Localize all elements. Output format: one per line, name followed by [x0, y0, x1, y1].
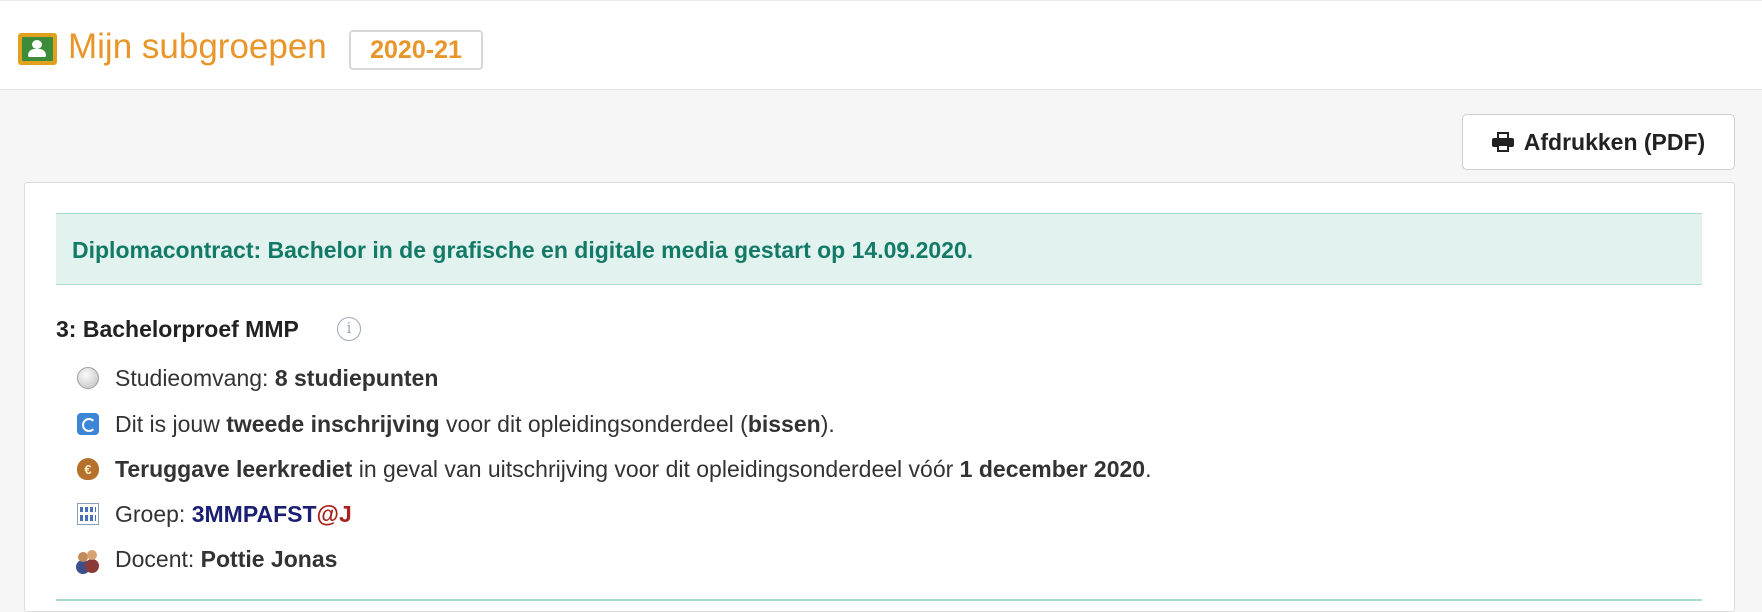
academic-year-badge[interactable]: 2020-21: [349, 30, 483, 70]
group-suffix: @J: [316, 501, 352, 527]
printer-icon: [1491, 132, 1514, 152]
print-pdf-button[interactable]: Afdrukken (PDF): [1462, 114, 1735, 170]
group-grid-icon: [77, 503, 99, 525]
section-divider: [56, 599, 1702, 601]
enrollment-prefix: Dit is jouw: [115, 411, 227, 437]
teacher-prefix: Docent:: [115, 546, 201, 572]
study-load-value: 8 studiepunten: [274, 365, 439, 391]
enrollment-suffix: ).: [820, 411, 835, 437]
refund-suffix: .: [1145, 456, 1152, 482]
print-pdf-label: Afdrukken (PDF): [1523, 128, 1706, 155]
study-load-prefix: Studieomvang:: [115, 365, 275, 391]
credits-coin-icon: [77, 367, 99, 389]
refund-middle: in geval van uitschrijving voor dit ople…: [352, 456, 960, 482]
refund-strong: Teruggave leerkrediet: [115, 456, 353, 482]
diploma-contract-alert: Diplomacontract: Bachelor in de grafisch…: [56, 213, 1702, 285]
money-bag-icon: [77, 458, 99, 481]
repeat-enrollment-icon: [77, 413, 99, 435]
enrollment-bissen: bissen: [747, 411, 821, 437]
enrollment-middle: voor dit opleidingsonderdeel (: [439, 411, 748, 437]
info-icon[interactable]: i: [337, 317, 361, 341]
top-bar: Mijn subgroepen 2020-21: [0, 0, 1762, 90]
course-title: 3: Bachelorproef MMP: [56, 316, 299, 342]
classroom-icon: [18, 33, 57, 65]
group-code: 3MMPAFST: [191, 501, 317, 527]
teacher-name: Pottie Jonas: [200, 546, 338, 572]
refund-date: 1 december 2020: [959, 456, 1146, 482]
page-title: Mijn subgroepen: [68, 27, 327, 66]
group-prefix: Groep:: [115, 501, 192, 527]
teacher-icon: [77, 548, 99, 570]
course-card: Diplomacontract: Bachelor in de grafisch…: [24, 182, 1735, 612]
enrollment-strong: tweede inschrijving: [226, 411, 440, 437]
